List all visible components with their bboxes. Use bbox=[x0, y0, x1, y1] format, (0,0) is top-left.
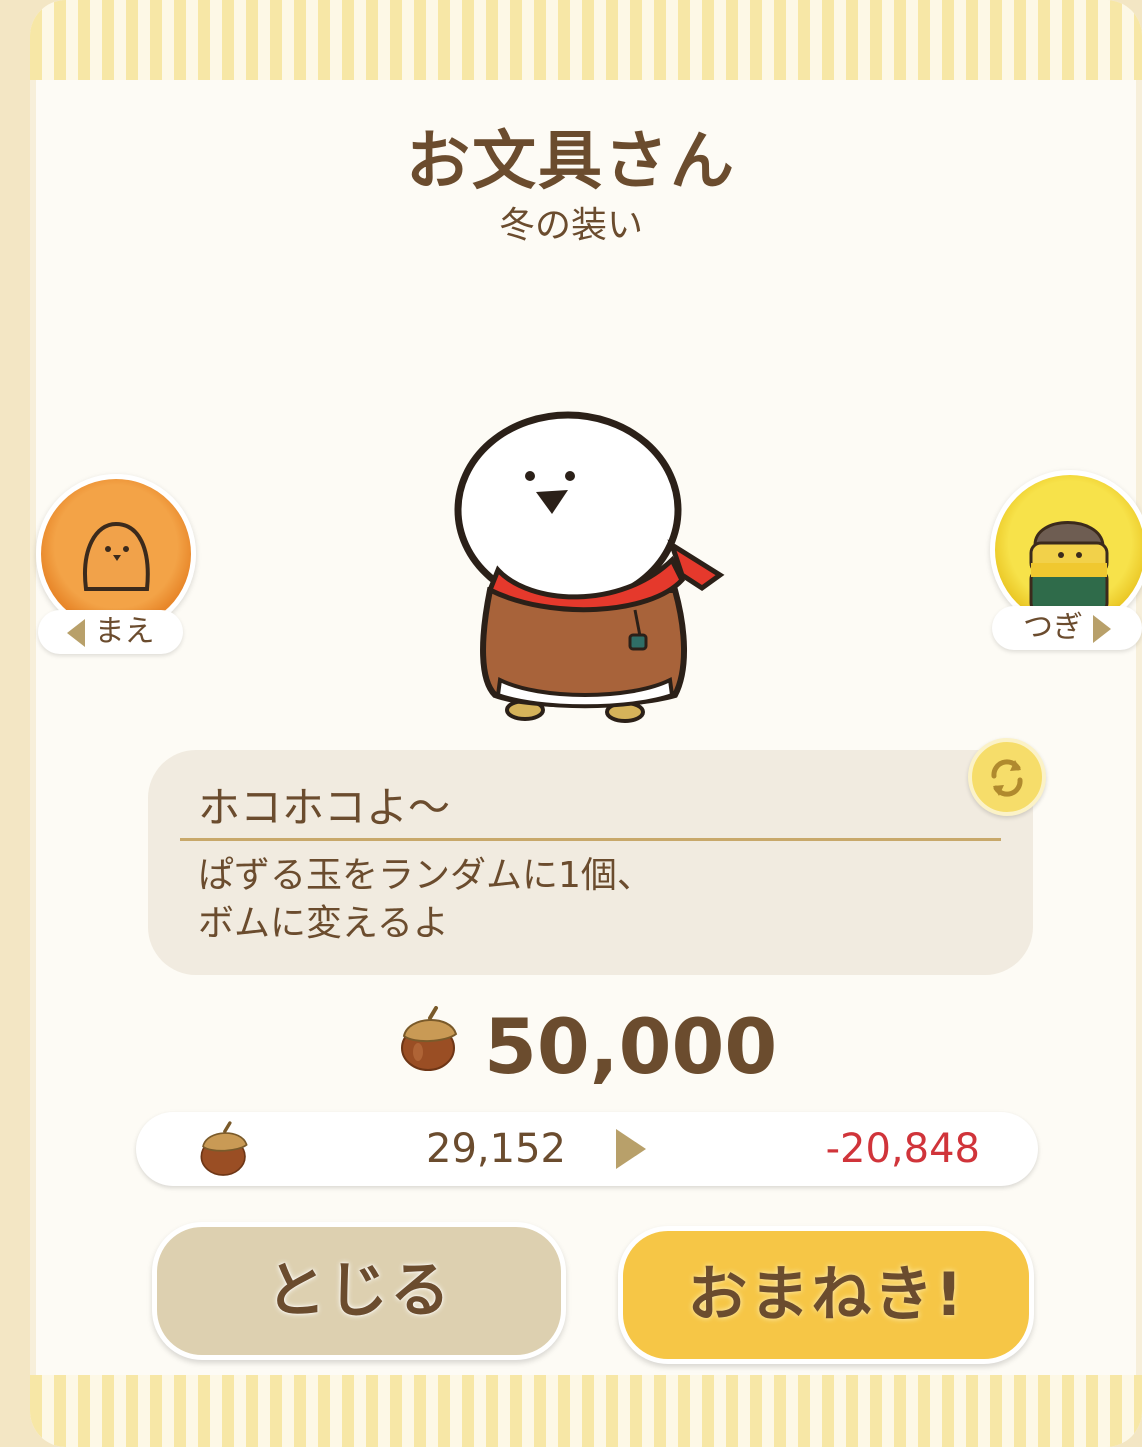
speech-box: ホコホコよ〜 ぱずる玉をランダムに1個、 ボムに変えるよ bbox=[148, 750, 1033, 975]
balance-after: -20,848 bbox=[825, 1126, 980, 1172]
character-illustration bbox=[454, 411, 725, 723]
right-arrow-icon bbox=[1093, 614, 1111, 643]
ability-description: ぱずる玉をランダムに1個、 ボムに変えるよ bbox=[198, 852, 653, 948]
prev-label-text: まえ bbox=[94, 614, 155, 649]
left-arrow-icon bbox=[66, 618, 85, 647]
speech-line: ホコホコよ〜 bbox=[198, 783, 451, 832]
acorn-icon bbox=[401, 1006, 458, 1071]
acorn-icon bbox=[200, 1121, 248, 1176]
refresh-button[interactable] bbox=[968, 738, 1046, 816]
next-character-button[interactable]: つぎ bbox=[988, 470, 1142, 655]
character-outfit: 冬の装い bbox=[498, 205, 643, 246]
prev-character-button[interactable]: まえ bbox=[36, 474, 196, 659]
balance-bar: 29,152 -20,848 bbox=[136, 1112, 1038, 1186]
right-arrow-icon bbox=[616, 1129, 646, 1169]
ability-line-2: ボムに変えるよ bbox=[198, 903, 449, 944]
next-label-text: つぎ bbox=[1023, 610, 1083, 645]
prev-label: まえ bbox=[38, 610, 183, 654]
top-stripe-border bbox=[30, 0, 1142, 80]
speech-divider bbox=[180, 838, 1001, 841]
cost-amount: 50,000 bbox=[484, 1002, 778, 1091]
bottom-stripe-border bbox=[30, 1375, 1142, 1447]
ability-line-1: ぱずる玉をランダムに1個、 bbox=[198, 855, 653, 896]
close-button[interactable]: とじる bbox=[152, 1222, 566, 1360]
invite-button[interactable]: おまねき! bbox=[618, 1226, 1034, 1364]
balance-current: 29,152 bbox=[426, 1126, 566, 1172]
next-label: つぎ bbox=[992, 606, 1142, 650]
character-name: お文具さん bbox=[406, 125, 736, 199]
refresh-icon bbox=[991, 759, 1023, 797]
